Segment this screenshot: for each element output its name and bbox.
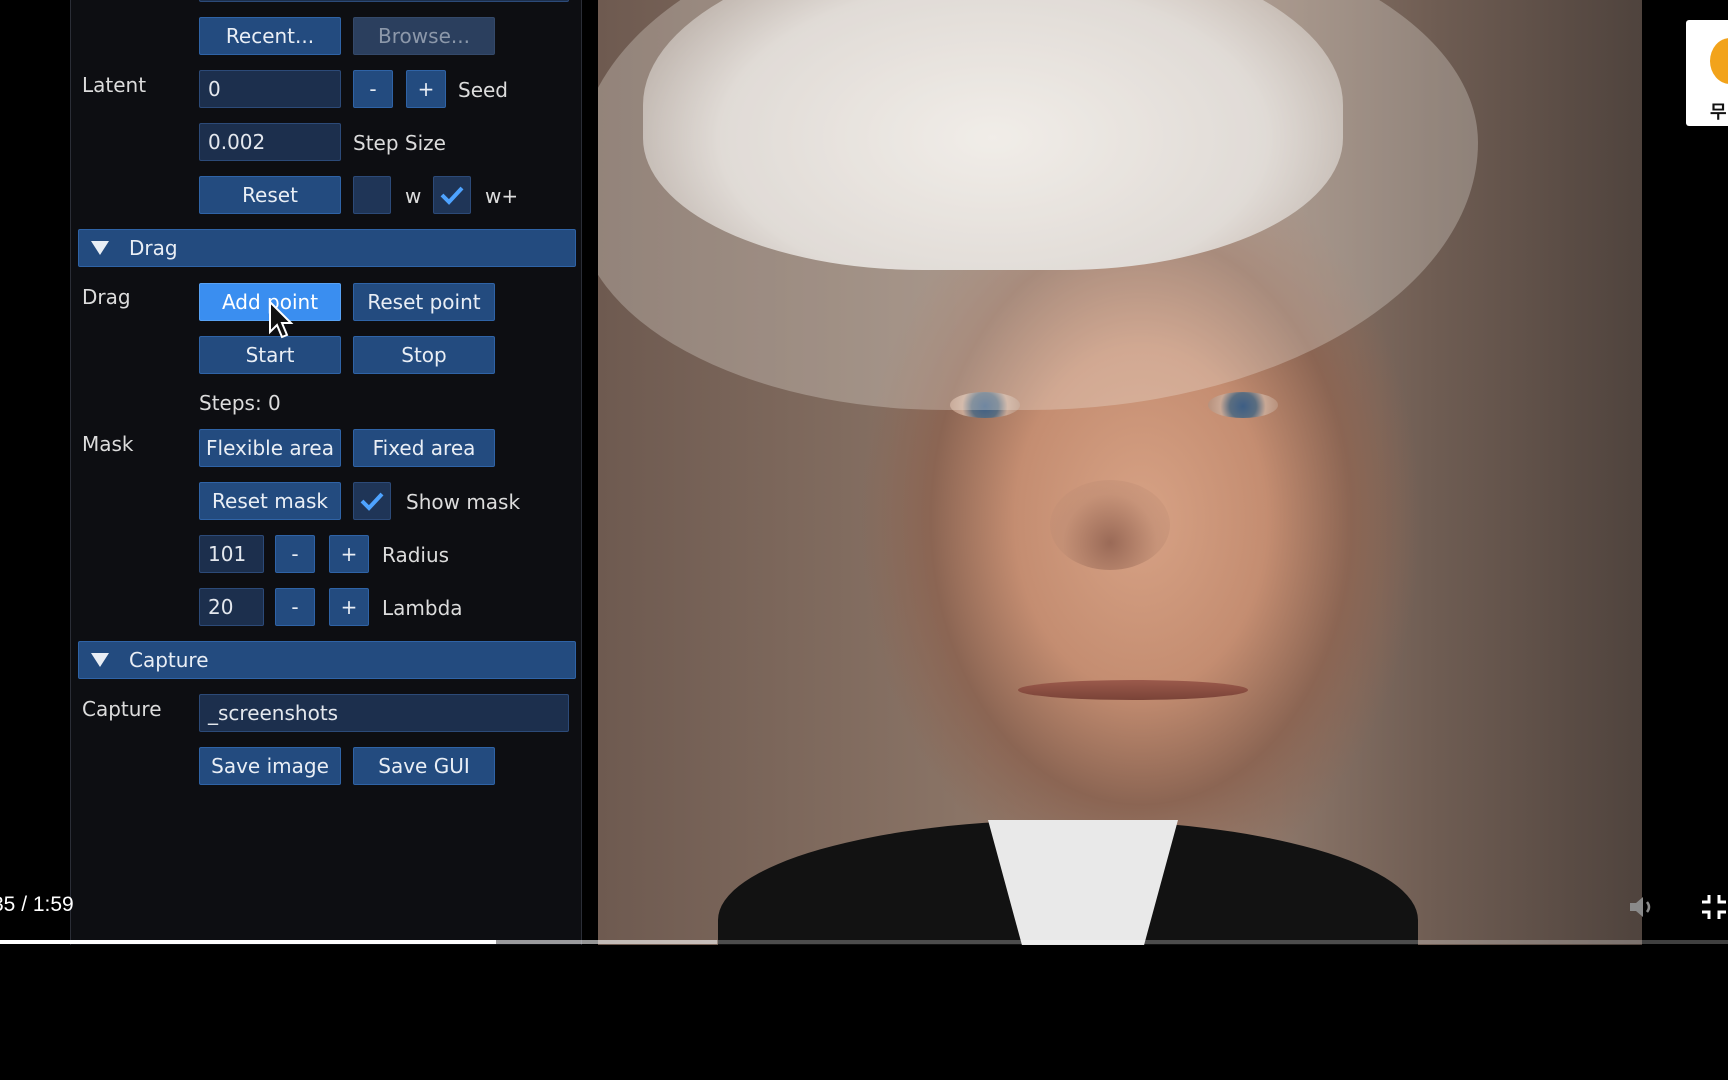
radius-input[interactable]: 101 (199, 535, 264, 573)
logo-text: 무 (1710, 102, 1727, 123)
show-mask-label: Show mask (406, 490, 521, 514)
progress-bar[interactable] (0, 940, 1728, 944)
wplus-checkbox[interactable] (433, 176, 471, 214)
seed-input[interactable]: 0 (199, 70, 341, 108)
collapse-triangle-icon (91, 241, 109, 255)
flexible-area-button[interactable]: Flexible area (199, 429, 341, 467)
logo-circle-icon (1710, 38, 1728, 84)
start-button[interactable]: Start (199, 336, 341, 374)
mouse-cursor-icon (269, 300, 294, 339)
seed-decrement-button[interactable]: - (353, 70, 393, 108)
right-eye (1208, 392, 1278, 418)
volume-icon[interactable] (1628, 894, 1658, 920)
file-path-field[interactable] (199, 0, 569, 2)
seed-label: Seed (458, 78, 508, 102)
capture-section-header[interactable]: Capture (78, 641, 576, 679)
reset-mask-button[interactable]: Reset mask (199, 482, 341, 520)
lambda-label: Lambda (382, 596, 463, 620)
seed-increment-button[interactable]: + (406, 70, 446, 108)
drag-label: Drag (82, 285, 131, 309)
control-panel: Recent... Browse... Latent 0 - + Seed 0.… (70, 0, 582, 945)
lambda-input[interactable]: 20 (199, 588, 264, 626)
fixed-area-button[interactable]: Fixed area (353, 429, 495, 467)
channel-logo[interactable]: 무 (1686, 20, 1728, 126)
exit-fullscreen-icon[interactable] (1700, 893, 1728, 921)
mask-label: Mask (82, 432, 134, 456)
browse-button: Browse... (353, 17, 495, 55)
radius-decrement-button[interactable]: - (275, 535, 315, 573)
progress-played (0, 940, 496, 944)
step-size-label: Step Size (353, 131, 446, 155)
w-label: w (405, 184, 422, 208)
capture-header-label: Capture (129, 648, 209, 672)
drag-section-header[interactable]: Drag (78, 229, 576, 267)
mask-overlay (598, 0, 1478, 410)
latent-reset-button[interactable]: Reset (199, 176, 341, 214)
lambda-decrement-button[interactable]: - (275, 588, 315, 626)
step-size-input[interactable]: 0.002 (199, 123, 341, 161)
drag-header-label: Drag (129, 236, 178, 260)
w-checkbox[interactable] (353, 176, 391, 214)
checkmark-icon (440, 186, 464, 205)
checkmark-icon (360, 492, 384, 511)
mouth (1018, 680, 1248, 700)
radius-label: Radius (382, 543, 450, 567)
reset-point-button[interactable]: Reset point (353, 283, 495, 321)
show-mask-checkbox[interactable] (353, 482, 391, 520)
stop-button[interactable]: Stop (353, 336, 495, 374)
nose (1050, 480, 1170, 570)
time-display: 35 / 1:59 (0, 893, 74, 916)
lambda-increment-button[interactable]: + (329, 588, 369, 626)
save-gui-button[interactable]: Save GUI (353, 747, 495, 785)
wplus-label: w+ (485, 184, 519, 208)
latent-label: Latent (82, 73, 147, 97)
collapse-triangle-icon (91, 653, 109, 667)
video-player[interactable]: Recent... Browse... Latent 0 - + Seed 0.… (0, 0, 1728, 945)
recent-button[interactable]: Recent... (199, 17, 341, 55)
save-image-button[interactable]: Save image (199, 747, 341, 785)
capture-label: Capture (82, 697, 162, 721)
steps-counter: Steps: 0 (199, 391, 281, 415)
generated-face-image[interactable] (598, 0, 1642, 945)
radius-increment-button[interactable]: + (329, 535, 369, 573)
capture-path-input[interactable]: _screenshots (199, 694, 569, 732)
